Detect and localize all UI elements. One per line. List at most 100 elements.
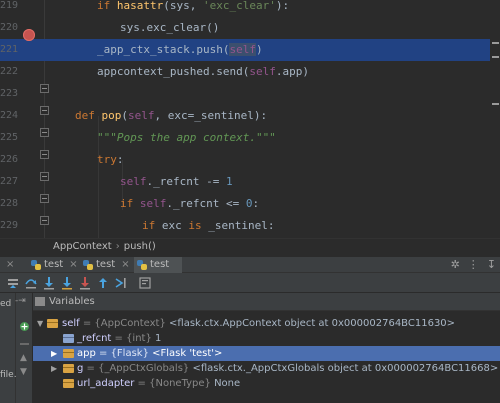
code-text: appcontext_pushed.send(self.app)	[97, 61, 309, 83]
frames-panel-edge: ed file...	[0, 293, 22, 403]
variable-text: _refcnt = {int} 1	[77, 331, 161, 346]
fold-marker-icon[interactable]	[40, 150, 49, 159]
variable-name: app	[77, 348, 96, 359]
line-number: 227	[0, 176, 19, 187]
scroll-marker	[492, 103, 499, 105]
variable-value: 1	[155, 333, 162, 344]
step-over-icon[interactable]	[24, 276, 38, 290]
code-line-current[interactable]: 221 _app_ctx_stack.push(self)	[0, 39, 490, 61]
code-token: hasattr	[116, 0, 164, 12]
breakpoint-icon[interactable]	[23, 29, 35, 41]
variable-name: url_adapter	[77, 378, 135, 389]
debug-tab[interactable]: test ×	[80, 257, 136, 273]
variable-type: = {Flask}	[95, 348, 153, 359]
code-line[interactable]: 227 self._refcnt -= 1	[0, 171, 490, 193]
close-icon[interactable]: ×	[121, 257, 129, 273]
settings-icon[interactable]: ✲	[451, 258, 460, 271]
code-token: _sentinel:	[208, 219, 275, 232]
breadcrumb-separator: ›	[115, 241, 120, 252]
debug-tab[interactable]: test×	[28, 257, 86, 273]
code-line[interactable]: 223	[0, 83, 490, 105]
debug-toolbar	[0, 273, 500, 293]
code-text: """Pops the app context."""	[97, 127, 276, 149]
scroll-marker	[492, 56, 499, 58]
code-line[interactable]: 226 try:	[0, 149, 490, 171]
fold-marker-icon[interactable]	[40, 172, 49, 181]
hide-icon[interactable]: ↧	[487, 258, 496, 271]
code-line[interactable]: 222 appcontext_pushed.send(self.app)	[0, 61, 490, 83]
variable-row-url-adapter[interactable]: url_adapter = {NoneType} None	[33, 376, 500, 391]
code-line[interactable]: 224 def pop(self, exc=_sentinel):	[0, 105, 490, 127]
code-token: sys.exc_clear()	[120, 21, 220, 34]
variables-icon	[35, 296, 45, 306]
breadcrumb: AppContext › push()	[0, 238, 500, 256]
code-token: pop	[101, 109, 122, 122]
code-token: ):	[275, 0, 290, 12]
variable-text: app = {Flask} <Flask 'test'>	[77, 346, 222, 361]
debug-tab[interactable]: test×	[0, 257, 20, 273]
line-number: 225	[0, 132, 19, 143]
tabs-toolbar-right: ✲ ⋮ ↧	[443, 257, 496, 273]
variable-text: url_adapter = {NoneType} None	[77, 376, 240, 391]
breadcrumb-item-class[interactable]: AppContext	[53, 241, 112, 252]
collapse-arrows-icon[interactable]: -⇥	[15, 293, 26, 310]
left-strip-label: ed	[0, 299, 12, 309]
code-token: _app_ctx_stack.push(	[97, 43, 230, 56]
code-line[interactable]: 225 """Pops the app context."""	[0, 127, 490, 149]
watch-down-icon[interactable]: ▼	[20, 367, 27, 377]
variables-header: -⇥ Variables	[15, 293, 500, 311]
close-icon[interactable]: ×	[69, 257, 77, 273]
remove-watch-icon[interactable]	[20, 343, 29, 345]
watch-up-icon[interactable]: ▲	[20, 353, 27, 363]
code-line[interactable]: 219 if hasattr(sys, 'exc_clear'):	[0, 0, 490, 17]
variable-row-app[interactable]: ▶ app = {Flask} <Flask 'test'>	[33, 346, 500, 361]
editor-scrollbar[interactable]	[490, 0, 500, 238]
code-token: )	[255, 43, 263, 56]
code-text: if exc is _sentinel:	[142, 215, 274, 237]
more-icon[interactable]: ⋮	[468, 258, 479, 271]
debug-tab-label: test	[96, 259, 116, 270]
code-line[interactable]: 229 if exc is _sentinel:	[0, 215, 490, 237]
code-editor[interactable]: 219 if hasattr(sys, 'exc_clear'): 220 sys.e…	[0, 0, 500, 238]
step-into-my-code-icon[interactable]	[60, 276, 74, 290]
step-into-icon[interactable]	[42, 276, 56, 290]
field-icon	[63, 364, 74, 373]
step-out-icon[interactable]	[96, 276, 110, 290]
python-icon	[83, 260, 93, 270]
variable-row-refcnt[interactable]: _refcnt = {int} 1	[33, 331, 500, 346]
expand-arrow-icon[interactable]: ▶	[51, 346, 59, 361]
fold-marker-icon[interactable]	[40, 216, 49, 225]
code-line[interactable]: 220 sys.exc_clear()	[0, 17, 490, 39]
fold-marker-icon[interactable]	[40, 106, 49, 115]
close-icon[interactable]: ×	[6, 257, 14, 273]
show-execution-point-icon[interactable]	[6, 276, 20, 290]
code-token: ._refcnt <=	[166, 197, 246, 210]
run-to-cursor-icon[interactable]	[114, 276, 128, 290]
force-step-into-icon[interactable]	[78, 276, 92, 290]
code-token: (sys,	[163, 0, 203, 12]
code-token: self	[128, 109, 155, 122]
fold-marker-icon[interactable]	[40, 84, 49, 93]
variable-row-self[interactable]: ▼ self = {AppContext} <flask.ctx.AppCont…	[33, 316, 500, 331]
debug-tab-active[interactable]: test×	[134, 257, 182, 286]
python-icon	[31, 260, 41, 270]
expand-arrow-icon[interactable]: ▶	[51, 361, 59, 376]
variable-type: = {int}	[111, 333, 156, 344]
breadcrumb-item-method[interactable]: push()	[124, 241, 156, 252]
code-token: is	[188, 219, 209, 232]
evaluate-expression-icon[interactable]	[138, 276, 152, 290]
line-number: 222	[0, 66, 19, 77]
add-watch-icon[interactable]	[19, 321, 30, 332]
debug-tab-label: test	[150, 259, 170, 270]
fold-marker-icon[interactable]	[40, 194, 49, 203]
debug-session-tabs: test× test× test× test× ✲⋮↧	[0, 256, 500, 286]
collapse-arrow-icon[interactable]: ▼	[37, 316, 45, 331]
code-line[interactable]: 228 if self._refcnt <= 0:	[0, 193, 490, 215]
fold-marker-icon[interactable]	[40, 128, 49, 137]
code-text: self._refcnt -= 1	[120, 171, 233, 193]
code-token: self	[120, 175, 147, 188]
code-token: try	[97, 153, 117, 166]
variable-value: <flask.ctx.AppContext object at 0x000002…	[169, 318, 456, 329]
variable-row-g[interactable]: ▶ g = {_AppCtxGlobals} <flask.ctx._AppCt…	[33, 361, 500, 376]
variables-tree[interactable]: ▼ self = {AppContext} <flask.ctx.AppCont…	[33, 311, 500, 403]
